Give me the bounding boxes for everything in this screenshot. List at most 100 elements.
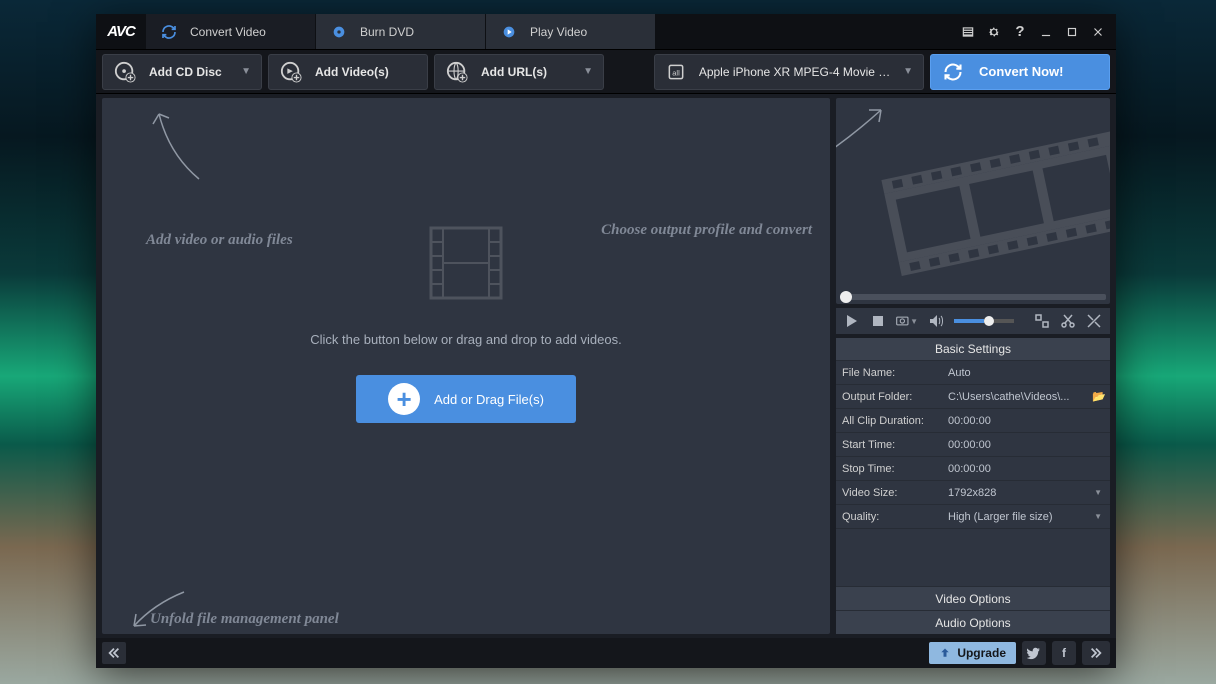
volume-button[interactable] xyxy=(928,313,944,329)
tab-label: Burn DVD xyxy=(360,25,414,39)
output-profile-select[interactable]: all Apple iPhone XR MPEG-4 Movie (*.m...… xyxy=(654,54,924,90)
button-label: Add Video(s) xyxy=(315,65,389,79)
add-files-button[interactable]: + Add or Drag File(s) xyxy=(356,375,576,423)
facebook-button[interactable]: f xyxy=(1052,641,1076,665)
volume-thumb[interactable] xyxy=(984,316,994,326)
refresh-icon xyxy=(941,60,965,84)
app-window: AVC Convert Video Burn DVD Play Video xyxy=(96,14,1116,668)
profile-icon: all xyxy=(665,60,687,84)
video-options-button[interactable]: Video Options xyxy=(836,586,1110,610)
preview-panel xyxy=(836,98,1110,304)
seek-slider[interactable] xyxy=(840,294,1106,300)
chevron-down-icon: ▼ xyxy=(1094,512,1102,521)
film-add-icon xyxy=(279,60,303,84)
settings-key: Quality: xyxy=(836,511,940,523)
chevron-down-icon: ▼ xyxy=(1094,488,1102,497)
filmstrip-icon xyxy=(866,103,1110,304)
expand-panel-button[interactable] xyxy=(1082,641,1110,665)
titlebar: AVC Convert Video Burn DVD Play Video xyxy=(96,14,1116,50)
minimize-button[interactable] xyxy=(1036,22,1056,42)
settings-key: File Name: xyxy=(836,367,940,379)
tab-label: Convert Video xyxy=(190,25,266,39)
settings-row: Stop Time:00:00:00 xyxy=(836,456,1110,480)
window-buttons: ? xyxy=(950,14,1116,49)
gear-icon[interactable] xyxy=(984,22,1004,42)
settings-value: 00:00:00 xyxy=(940,463,1110,475)
folder-icon[interactable]: 📂 xyxy=(1092,390,1106,403)
effects-button[interactable] xyxy=(1086,313,1102,329)
play-button[interactable] xyxy=(844,313,860,329)
add-url-button[interactable]: Add URL(s) ▼ xyxy=(434,54,604,90)
convert-button[interactable]: Convert Now! xyxy=(930,54,1110,90)
volume-slider[interactable] xyxy=(954,319,1014,323)
settings-row: File Name:Auto xyxy=(836,360,1110,384)
disc-add-icon xyxy=(113,60,137,84)
settings-key: Output Folder: xyxy=(836,391,940,403)
chevron-down-icon: ▼ xyxy=(241,66,251,77)
chevron-down-icon: ▼ xyxy=(903,66,913,77)
hint-arrow-icon xyxy=(144,104,214,184)
globe-add-icon xyxy=(445,60,469,84)
svg-text:all: all xyxy=(672,68,680,77)
settings-key: All Clip Duration: xyxy=(836,415,940,427)
status-bar: Upgrade f xyxy=(96,638,1116,668)
refresh-icon xyxy=(160,23,178,41)
options-icon[interactable] xyxy=(958,22,978,42)
chevron-down-icon: ▼ xyxy=(583,66,593,77)
mode-tabs: Convert Video Burn DVD Play Video xyxy=(146,14,950,49)
maximize-button[interactable] xyxy=(1062,22,1082,42)
cut-button[interactable] xyxy=(1060,313,1076,329)
upgrade-button[interactable]: Upgrade xyxy=(929,642,1016,664)
collapse-panel-button[interactable] xyxy=(102,642,126,664)
snapshot-button[interactable]: ▼ xyxy=(896,313,918,329)
settings-row: Start Time:00:00:00 xyxy=(836,432,1110,456)
settings-key: Stop Time: xyxy=(836,463,940,475)
drop-instruction: Click the button below or drag and drop … xyxy=(310,332,621,347)
upload-icon xyxy=(939,647,951,659)
app-logo: AVC xyxy=(96,14,146,49)
content-area: Add video or audio files Choose output p… xyxy=(96,94,1116,638)
button-label: Add or Drag File(s) xyxy=(434,392,544,407)
settings-value[interactable]: C:\Users\cathe\Videos\...📂 xyxy=(940,390,1110,403)
settings-key: Video Size: xyxy=(836,487,940,499)
disc-icon xyxy=(330,23,348,41)
profile-label: Apple iPhone XR MPEG-4 Movie (*.m... xyxy=(699,65,891,79)
side-panel: ▼ Basic Settings File Name:AutoOutput Fo… xyxy=(836,98,1110,634)
stop-button[interactable] xyxy=(870,313,886,329)
twitter-button[interactable] xyxy=(1022,641,1046,665)
toolbar: Add CD Disc ▼ Add Video(s) Add URL(s) ▼ … xyxy=(96,50,1116,94)
settings-value: Auto xyxy=(940,367,1110,379)
help-icon[interactable]: ? xyxy=(1010,22,1030,42)
audio-options-button[interactable]: Audio Options xyxy=(836,610,1110,634)
settings-row: Video Size:1792x828▼ xyxy=(836,480,1110,504)
tab-burn-dvd[interactable]: Burn DVD xyxy=(316,14,486,49)
button-label: Add URL(s) xyxy=(481,65,547,79)
settings-row: All Clip Duration:00:00:00 xyxy=(836,408,1110,432)
tab-play-video[interactable]: Play Video xyxy=(486,14,656,49)
settings-header: Basic Settings xyxy=(836,338,1110,360)
button-label: Add CD Disc xyxy=(149,65,222,79)
settings-row: Output Folder:C:\Users\cathe\Videos\...📂 xyxy=(836,384,1110,408)
empty-state: Click the button below or drag and drop … xyxy=(102,218,830,423)
seek-thumb[interactable] xyxy=(840,291,852,303)
play-icon xyxy=(500,23,518,41)
player-controls: ▼ xyxy=(836,308,1110,334)
film-icon xyxy=(421,218,511,308)
settings-value[interactable]: High (Larger file size)▼ xyxy=(940,511,1110,523)
settings-panel: Basic Settings File Name:AutoOutput Fold… xyxy=(836,338,1110,634)
crop-button[interactable] xyxy=(1034,313,1050,329)
tab-label: Play Video xyxy=(530,25,587,39)
button-label: Convert Now! xyxy=(979,64,1064,79)
settings-value[interactable]: 1792x828▼ xyxy=(940,487,1110,499)
add-cd-button[interactable]: Add CD Disc ▼ xyxy=(102,54,262,90)
button-label: Upgrade xyxy=(957,646,1006,660)
plus-icon: + xyxy=(388,383,420,415)
drop-area[interactable]: Add video or audio files Choose output p… xyxy=(102,98,830,634)
close-button[interactable] xyxy=(1088,22,1108,42)
settings-key: Start Time: xyxy=(836,439,940,451)
tab-convert-video[interactable]: Convert Video xyxy=(146,14,316,49)
add-video-button[interactable]: Add Video(s) xyxy=(268,54,428,90)
settings-value: 00:00:00 xyxy=(940,439,1110,451)
settings-value: 00:00:00 xyxy=(940,415,1110,427)
hint-arrow-icon xyxy=(124,584,194,634)
